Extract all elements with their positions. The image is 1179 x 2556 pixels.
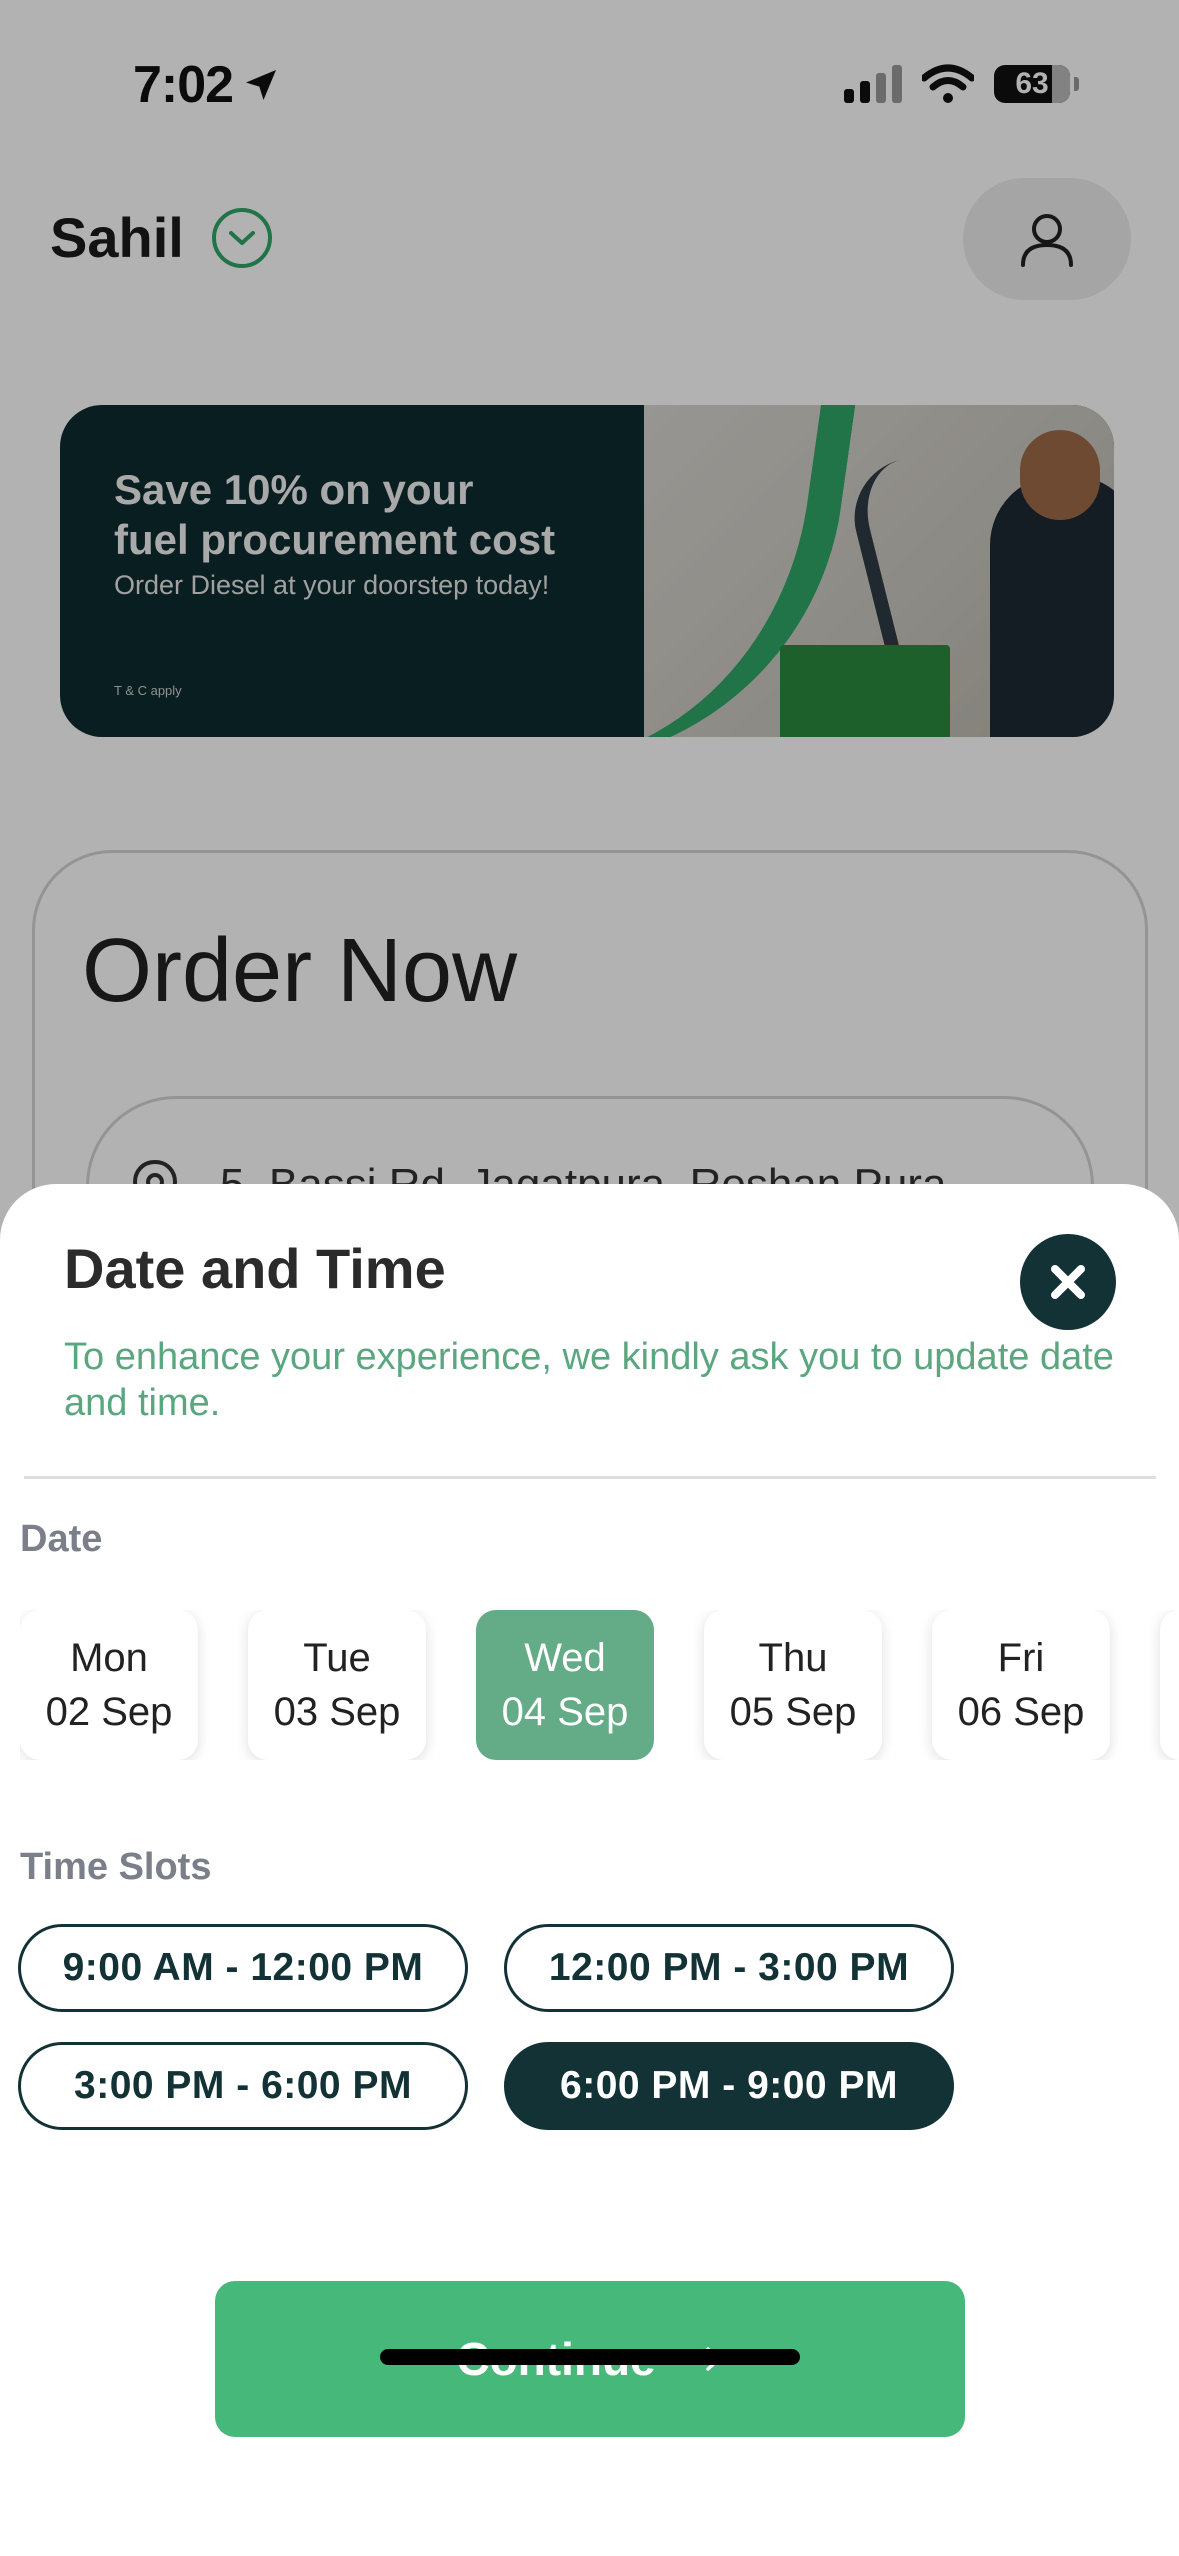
date-chip-thu[interactable]: Thu 05 Sep (704, 1610, 882, 1760)
date-chip-date: 04 Sep (501, 1690, 629, 1734)
date-chip-date: 05 Sep (729, 1690, 857, 1734)
time-slot-3pm-6pm[interactable]: 3:00 PM - 6:00 PM (18, 2042, 468, 2130)
date-label: Date (20, 1518, 103, 1560)
date-chip-day: Tue (303, 1636, 371, 1680)
date-chip-mon[interactable]: Mon 02 Sep (20, 1610, 198, 1760)
date-chip-day: Mon (70, 1636, 148, 1680)
close-icon (1051, 1265, 1085, 1299)
date-chip-date: 02 Sep (45, 1690, 173, 1734)
time-slots-label: Time Slots (20, 1846, 212, 1888)
time-slot-12pm-3pm[interactable]: 12:00 PM - 3:00 PM (504, 1924, 954, 2012)
date-time-sheet: Date and Time To enhance your experience… (0, 1184, 1179, 2556)
date-chip-date: 03 Sep (273, 1690, 401, 1734)
time-slot-6pm-9pm[interactable]: 6:00 PM - 9:00 PM (504, 2042, 954, 2130)
date-chip-wed[interactable]: Wed 04 Sep (476, 1610, 654, 1760)
date-selector: Mon 02 Sep Tue 03 Sep Wed 04 Sep Thu 05 … (20, 1610, 1179, 1760)
date-chip-next[interactable] (1160, 1610, 1179, 1760)
home-indicator (380, 2349, 800, 2365)
date-chip-day: Fri (997, 1636, 1045, 1680)
date-chip-tue[interactable]: Tue 03 Sep (248, 1610, 426, 1760)
close-button[interactable] (1020, 1234, 1116, 1330)
divider (24, 1476, 1156, 1479)
time-slot-9am-12pm[interactable]: 9:00 AM - 12:00 PM (18, 1924, 468, 2012)
date-chip-fri[interactable]: Fri 06 Sep (932, 1610, 1110, 1760)
date-chip-date: 06 Sep (957, 1690, 1085, 1734)
sheet-title: Date and Time (64, 1237, 446, 1300)
sheet-description: To enhance your experience, we kindly as… (64, 1336, 1114, 1424)
date-chip-day: Thu (758, 1636, 828, 1680)
date-chip-day: Wed (524, 1636, 606, 1680)
